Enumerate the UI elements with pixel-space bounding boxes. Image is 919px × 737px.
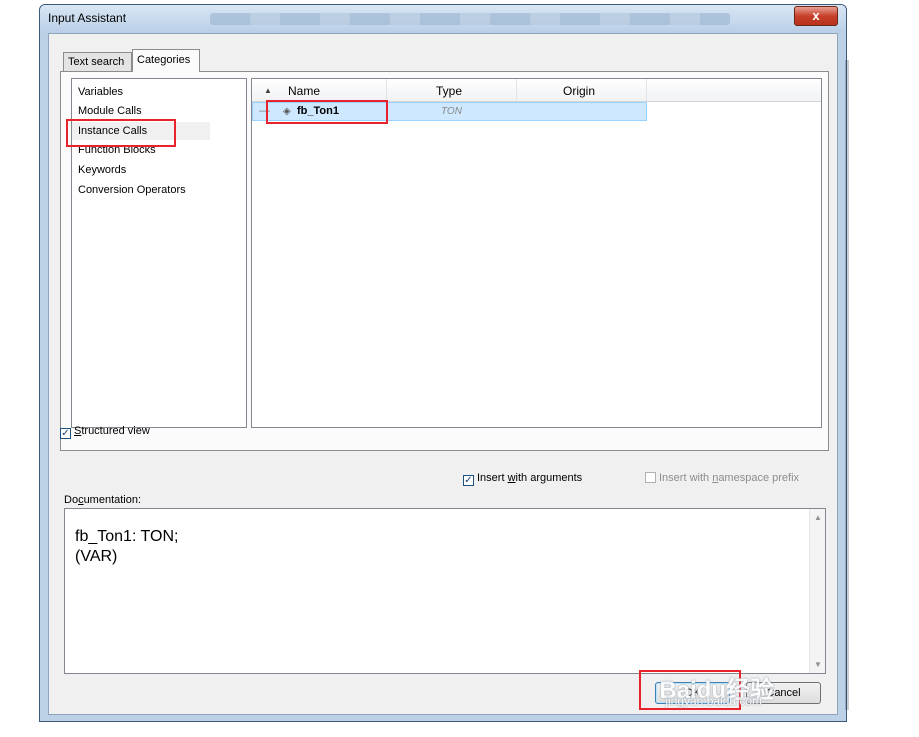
- insert-with-namespace-option: Insert with namespace prefix: [645, 472, 799, 488]
- documentation-scrollbar[interactable]: ▲ ▼: [809, 509, 825, 673]
- documentation-label: Documentation:: [64, 494, 141, 506]
- column-header-name-label: Name: [288, 84, 321, 98]
- column-header-type-label: Type: [436, 84, 463, 98]
- documentation-label-end: umentation:: [83, 494, 142, 506]
- category-item-keywords[interactable]: Keywords: [78, 161, 126, 179]
- window-title: Input Assistant: [48, 11, 127, 25]
- insert-with-arguments-checkbox[interactable]: ✓: [463, 475, 474, 486]
- insert-with-namespace-label-start: Insert with: [659, 472, 713, 484]
- insert-with-arguments-label-underlined: w: [507, 472, 516, 484]
- category-item-instance-calls[interactable]: Instance Calls: [72, 122, 210, 140]
- insert-with-arguments-label-end: ith arguments: [515, 472, 583, 484]
- dialog-client-area: Text search Categories Variables Module …: [48, 33, 838, 715]
- category-list[interactable]: Variables Module Calls Instance Calls Fu…: [66, 78, 247, 428]
- structured-view-option[interactable]: ✓ Structured view: [60, 425, 150, 441]
- column-header-origin[interactable]: Origin: [517, 79, 647, 101]
- structured-view-label: tructured view: [81, 425, 150, 437]
- documentation-textbox[interactable]: fb_Ton1: TON; (VAR) ▲ ▼: [64, 508, 826, 674]
- category-item-conversion-operators[interactable]: Conversion Operators: [78, 181, 186, 199]
- column-header-origin-label: Origin: [563, 84, 596, 98]
- insert-with-arguments-option[interactable]: ✓ Insert with arguments: [463, 472, 582, 488]
- sort-ascending-icon: ▲: [264, 86, 272, 95]
- title-bar[interactable]: Input Assistant x: [40, 5, 846, 33]
- table-row[interactable]: — ◈ fb_Ton1 TON: [252, 102, 647, 121]
- category-item-variables[interactable]: Variables: [78, 83, 123, 101]
- function-block-instance-icon: ◈: [283, 106, 291, 117]
- tree-connector-icon: —: [259, 105, 270, 117]
- row-name-cell: fb_Ton1: [297, 105, 339, 117]
- right-window-edge: [845, 60, 849, 710]
- category-item-function-blocks[interactable]: Function Blocks: [78, 141, 156, 159]
- insert-with-arguments-label-start: Insert: [477, 472, 508, 484]
- insert-with-namespace-label-end: amespace prefix: [718, 472, 800, 484]
- categories-panel: Variables Module Calls Instance Calls Fu…: [60, 71, 829, 451]
- documentation-text: fb_Ton1: TON; (VAR): [75, 528, 179, 565]
- input-assistant-dialog: Input Assistant x Text search Categories…: [39, 4, 847, 722]
- documentation-label-start: Do: [64, 494, 79, 506]
- row-type-cell: TON: [441, 106, 462, 117]
- scroll-up-arrow-icon[interactable]: ▲: [814, 513, 822, 522]
- blurred-background-text: [210, 13, 730, 25]
- grid-header: ▲ Name Type Origin: [252, 79, 821, 102]
- category-item-module-calls[interactable]: Module Calls: [78, 102, 142, 120]
- items-grid[interactable]: ▲ Name Type Origin — ◈ fb_Ton1 TON: [251, 78, 822, 428]
- column-header-type[interactable]: Type: [387, 79, 517, 101]
- tab-categories[interactable]: Categories: [132, 49, 200, 72]
- column-header-name[interactable]: ▲ Name: [252, 79, 387, 101]
- tab-text-search[interactable]: Text search: [63, 52, 132, 71]
- close-button[interactable]: x: [794, 6, 838, 26]
- structured-view-checkbox[interactable]: ✓: [60, 428, 71, 439]
- scroll-down-arrow-icon[interactable]: ▼: [814, 660, 822, 669]
- insert-with-namespace-checkbox: [645, 472, 656, 483]
- watermark-url: jingyan.baidu.com: [665, 694, 763, 708]
- watermark-logo: Baidu经验 jingyan.baidu.com: [659, 670, 774, 708]
